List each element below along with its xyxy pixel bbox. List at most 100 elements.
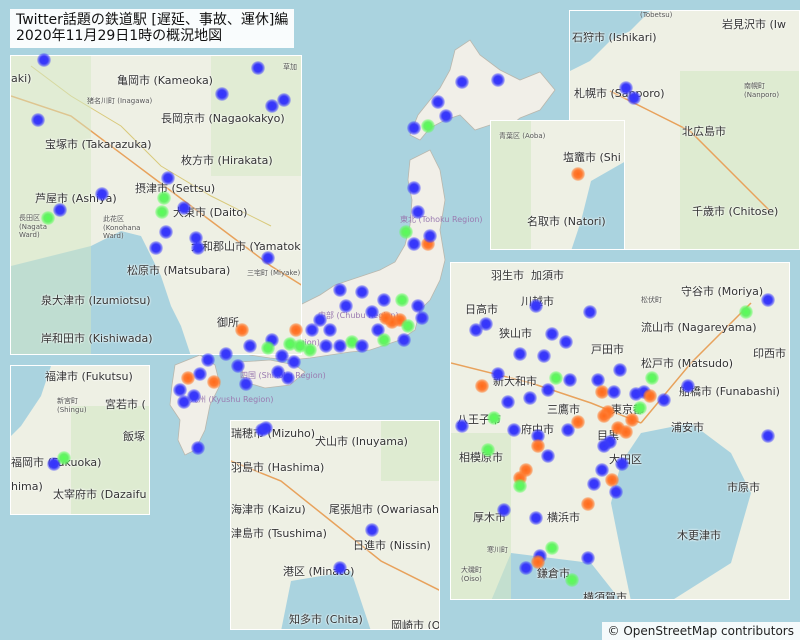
station-marker-normal[interactable] xyxy=(565,573,579,587)
station-marker-delay[interactable] xyxy=(761,293,775,307)
station-marker-normal[interactable] xyxy=(513,479,527,493)
station-marker-delay[interactable] xyxy=(581,551,595,565)
station-marker-delay[interactable] xyxy=(407,181,421,195)
station-marker-delay[interactable] xyxy=(95,187,109,201)
station-marker-delay[interactable] xyxy=(411,205,425,219)
station-marker-normal[interactable] xyxy=(395,293,409,307)
station-marker-severe[interactable] xyxy=(531,555,545,569)
station-marker-delay[interactable] xyxy=(407,237,421,251)
station-marker-delay[interactable] xyxy=(491,73,505,87)
station-marker-severe[interactable] xyxy=(625,413,639,427)
station-marker-normal[interactable] xyxy=(377,333,391,347)
station-marker-delay[interactable] xyxy=(333,283,347,297)
station-marker-delay[interactable] xyxy=(189,231,203,245)
station-marker-delay[interactable] xyxy=(657,393,671,407)
station-marker-severe[interactable] xyxy=(289,323,303,337)
station-marker-delay[interactable] xyxy=(529,511,543,525)
station-marker-delay[interactable] xyxy=(281,371,295,385)
station-marker-severe[interactable] xyxy=(475,379,489,393)
station-marker-delay[interactable] xyxy=(455,75,469,89)
station-marker-delay[interactable] xyxy=(319,339,333,353)
station-marker-delay[interactable] xyxy=(191,441,205,455)
station-marker-delay[interactable] xyxy=(53,203,67,217)
attribution-link[interactable]: © OpenStreetMap contributors xyxy=(601,622,800,640)
station-marker-delay[interactable] xyxy=(519,561,533,575)
station-marker-delay[interactable] xyxy=(365,523,379,537)
station-marker-delay[interactable] xyxy=(681,379,695,393)
station-marker-severe[interactable] xyxy=(571,415,585,429)
station-marker-normal[interactable] xyxy=(545,541,559,555)
station-marker-delay[interactable] xyxy=(261,251,275,265)
station-marker-delay[interactable] xyxy=(507,423,521,437)
station-marker-delay[interactable] xyxy=(161,171,175,185)
station-marker-delay[interactable] xyxy=(397,333,411,347)
station-marker-normal[interactable] xyxy=(481,443,495,457)
station-marker-delay[interactable] xyxy=(231,359,245,373)
station-marker-delay[interactable] xyxy=(193,367,207,381)
station-marker-delay[interactable] xyxy=(615,457,629,471)
station-marker-severe[interactable] xyxy=(235,323,249,337)
station-marker-delay[interactable] xyxy=(407,121,421,135)
station-marker-delay[interactable] xyxy=(287,355,301,369)
station-marker-severe[interactable] xyxy=(597,409,611,423)
station-marker-normal[interactable] xyxy=(645,371,659,385)
station-marker-delay[interactable] xyxy=(583,305,597,319)
station-marker-delay[interactable] xyxy=(37,53,51,67)
station-marker-delay[interactable] xyxy=(513,347,527,361)
station-marker-normal[interactable] xyxy=(157,191,171,205)
station-marker-normal[interactable] xyxy=(633,401,647,415)
station-marker-delay[interactable] xyxy=(587,477,601,491)
station-marker-normal[interactable] xyxy=(303,343,317,357)
station-marker-delay[interactable] xyxy=(219,347,233,361)
station-marker-normal[interactable] xyxy=(739,305,753,319)
station-marker-severe[interactable] xyxy=(619,425,633,439)
station-marker-delay[interactable] xyxy=(523,391,537,405)
station-marker-delay[interactable] xyxy=(277,93,291,107)
station-marker-delay[interactable] xyxy=(201,353,215,367)
station-marker-delay[interactable] xyxy=(159,225,173,239)
station-marker-delay[interactable] xyxy=(31,113,45,127)
station-marker-normal[interactable] xyxy=(155,205,169,219)
station-marker-delay[interactable] xyxy=(305,323,319,337)
station-marker-delay[interactable] xyxy=(243,339,257,353)
station-marker-delay[interactable] xyxy=(609,485,623,499)
station-marker-delay[interactable] xyxy=(439,109,453,123)
station-marker-delay[interactable] xyxy=(177,395,191,409)
station-marker-delay[interactable] xyxy=(323,323,337,337)
station-marker-severe[interactable] xyxy=(581,497,595,511)
station-marker-delay[interactable] xyxy=(607,385,621,399)
station-marker-delay[interactable] xyxy=(339,299,353,313)
station-marker-delay[interactable] xyxy=(563,373,577,387)
station-marker-normal[interactable] xyxy=(401,319,415,333)
station-marker-delay[interactable] xyxy=(431,95,445,109)
station-marker-delay[interactable] xyxy=(629,387,643,401)
station-marker-severe[interactable] xyxy=(207,375,221,389)
station-marker-delay[interactable] xyxy=(265,99,279,113)
station-marker-delay[interactable] xyxy=(423,229,437,243)
station-marker-delay[interactable] xyxy=(479,317,493,331)
station-marker-severe[interactable] xyxy=(643,389,657,403)
station-marker-delay[interactable] xyxy=(501,395,515,409)
station-marker-delay[interactable] xyxy=(597,439,611,453)
station-marker-normal[interactable] xyxy=(421,119,435,133)
station-marker-delay[interactable] xyxy=(541,383,555,397)
station-marker-delay[interactable] xyxy=(541,449,555,463)
station-marker-delay[interactable] xyxy=(259,421,273,435)
station-marker-delay[interactable] xyxy=(177,201,191,215)
station-marker-delay[interactable] xyxy=(415,311,429,325)
station-marker-delay[interactable] xyxy=(545,327,559,341)
station-marker-delay[interactable] xyxy=(333,561,347,575)
station-marker-delay[interactable] xyxy=(537,349,551,363)
station-marker-normal[interactable] xyxy=(41,211,55,225)
station-marker-normal[interactable] xyxy=(487,411,501,425)
station-marker-severe[interactable] xyxy=(571,167,585,181)
station-marker-delay[interactable] xyxy=(239,377,253,391)
station-marker-delay[interactable] xyxy=(355,285,369,299)
station-marker-delay[interactable] xyxy=(365,305,379,319)
station-marker-delay[interactable] xyxy=(529,299,543,313)
station-marker-delay[interactable] xyxy=(613,363,627,377)
station-marker-delay[interactable] xyxy=(491,367,505,381)
station-marker-delay[interactable] xyxy=(455,419,469,433)
station-marker-delay[interactable] xyxy=(215,87,229,101)
station-marker-delay[interactable] xyxy=(627,91,641,105)
